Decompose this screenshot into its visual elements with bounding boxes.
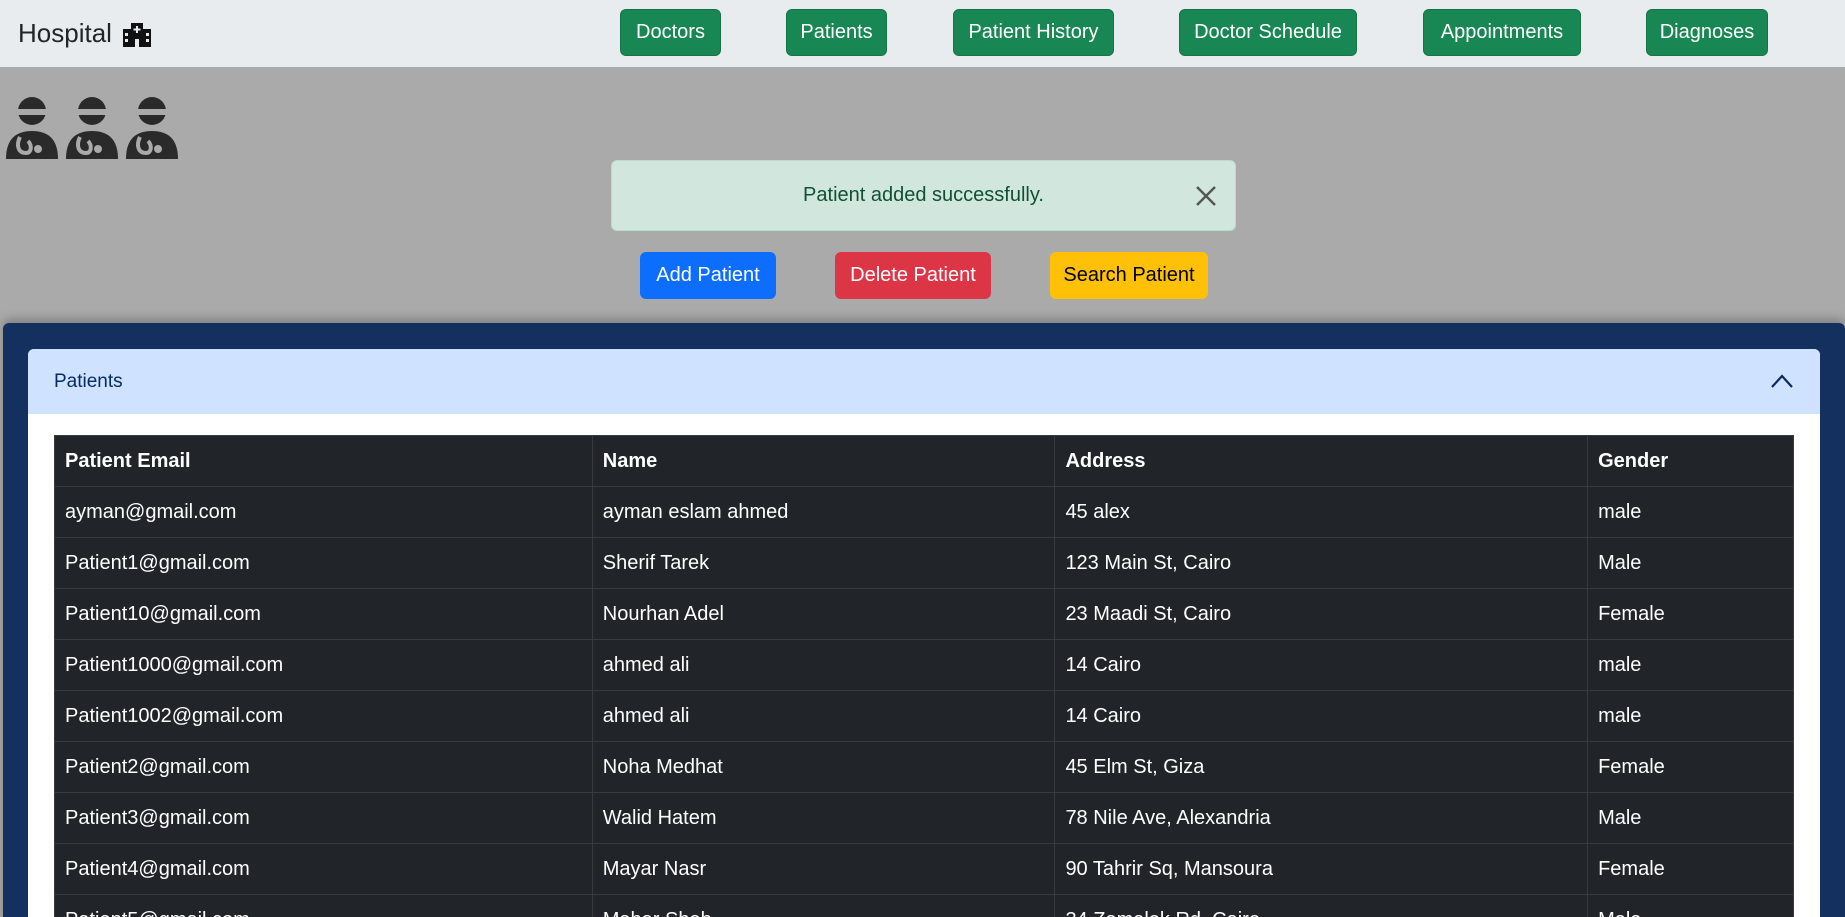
cell-email: Patient1002@gmail.com — [54, 690, 593, 742]
table-row: Patient1000@gmail.com ahmed ali 14 Cairo… — [54, 639, 1794, 691]
delete-patient-button[interactable]: Delete Patient — [835, 252, 991, 299]
cell-address: 14 Cairo — [1054, 639, 1589, 691]
doctors-illustration — [2, 95, 182, 159]
cell-address: 90 Tahrir Sq, Mansoura — [1054, 843, 1589, 895]
cell-name: Walid Hatem — [591, 792, 1056, 844]
cell-gender: Male — [1587, 537, 1794, 589]
table-row: ayman@gmail.com ayman eslam ahmed 45 ale… — [54, 486, 1794, 538]
table-row: Patient5@gmail.com Mahar Shab... 34 Zama… — [54, 894, 1794, 917]
cell-name: ahmed ali — [591, 690, 1056, 742]
cell-name: ayman eslam ahmed — [591, 486, 1056, 538]
cell-email: Patient10@gmail.com — [54, 588, 593, 640]
cell-address: 123 Main St, Cairo — [1054, 537, 1589, 589]
table-row: Patient2@gmail.com Noha Medhat 45 Elm St… — [54, 741, 1794, 793]
cell-name: Noha Medhat — [591, 741, 1056, 793]
cell-email: Patient1000@gmail.com — [54, 639, 593, 691]
cell-gender: Female — [1587, 588, 1794, 640]
cell-email: Patient4@gmail.com — [54, 843, 593, 895]
cell-name: ahmed ali — [591, 639, 1056, 691]
nav-doctor-schedule-button[interactable]: Doctor Schedule — [1179, 9, 1357, 56]
cell-name: Sherif Tarek — [591, 537, 1056, 589]
cell-address: 14 Cairo — [1054, 690, 1589, 742]
cell-email: Patient5@gmail.com — [54, 894, 593, 917]
success-alert: Patient added successfully. — [611, 160, 1236, 231]
cell-name: Nourhan Adel — [591, 588, 1056, 640]
cell-gender: Female — [1587, 843, 1794, 895]
patients-table: Patient Email Name Address Gender ayman@… — [54, 435, 1794, 917]
cell-gender: Male — [1587, 894, 1794, 917]
cell-gender: male — [1587, 486, 1794, 538]
cell-address: 23 Maadi St, Cairo — [1054, 588, 1589, 640]
cell-gender: male — [1587, 639, 1794, 691]
cell-address: 78 Nile Ave, Alexandria — [1054, 792, 1589, 844]
nav-diagnoses-button[interactable]: Diagnoses — [1646, 9, 1768, 56]
doctor-icon — [6, 97, 58, 159]
cell-email: ayman@gmail.com — [54, 486, 593, 538]
header-patient-email: Patient Email — [54, 435, 593, 487]
cell-email: Patient2@gmail.com — [54, 741, 593, 793]
close-icon[interactable] — [1193, 183, 1219, 209]
doctor-icon — [126, 97, 178, 159]
table-row: Patient4@gmail.com Mayar Nasr 90 Tahrir … — [54, 843, 1794, 895]
cell-gender: Male — [1587, 792, 1794, 844]
nav-doctors-button[interactable]: Doctors — [620, 9, 721, 56]
search-patient-button[interactable]: Search Patient — [1050, 252, 1208, 299]
cell-address: 45 Elm St, Giza — [1054, 741, 1589, 793]
patients-accordion: Patients Patient Email Name Address Gend… — [28, 349, 1820, 917]
chevron-up-icon — [1771, 374, 1793, 388]
nav-patients-button[interactable]: Patients — [786, 9, 887, 56]
doctor-icon — [66, 97, 118, 159]
navbar: Hospital Doctors Patients Patient Histor… — [0, 0, 1845, 67]
brand-text: Hospital — [18, 18, 112, 48]
hospital-icon — [122, 22, 151, 47]
nav-appointments-button[interactable]: Appointments — [1423, 9, 1581, 56]
cell-gender: male — [1587, 690, 1794, 742]
cell-name: Mahar Shab... — [591, 894, 1056, 917]
alert-message: Patient added successfully. — [803, 184, 1044, 206]
cell-address: 34 Zamalek Rd, Cairo — [1054, 894, 1589, 917]
table-row: Patient1@gmail.com Sherif Tarek 123 Main… — [54, 537, 1794, 589]
nav-patient-history-button[interactable]: Patient History — [953, 9, 1114, 56]
accordion-header[interactable]: Patients — [28, 349, 1820, 414]
cell-gender: Female — [1587, 741, 1794, 793]
table-row: Patient10@gmail.com Nourhan Adel 23 Maad… — [54, 588, 1794, 640]
table-row: Patient3@gmail.com Walid Hatem 78 Nile A… — [54, 792, 1794, 844]
header-gender: Gender — [1587, 435, 1794, 487]
brand[interactable]: Hospital — [18, 18, 152, 49]
table-header-row: Patient Email Name Address Gender — [54, 435, 1794, 487]
table-row: Patient1002@gmail.com ahmed ali 14 Cairo… — [54, 690, 1794, 742]
cell-address: 45 alex — [1054, 486, 1589, 538]
header-name: Name — [591, 435, 1056, 487]
add-patient-button[interactable]: Add Patient — [640, 252, 776, 299]
cell-email: Patient3@gmail.com — [54, 792, 593, 844]
cell-name: Mayar Nasr — [591, 843, 1056, 895]
cell-email: Patient1@gmail.com — [54, 537, 593, 589]
header-address: Address — [1054, 435, 1589, 487]
accordion-title: Patients — [54, 370, 123, 392]
